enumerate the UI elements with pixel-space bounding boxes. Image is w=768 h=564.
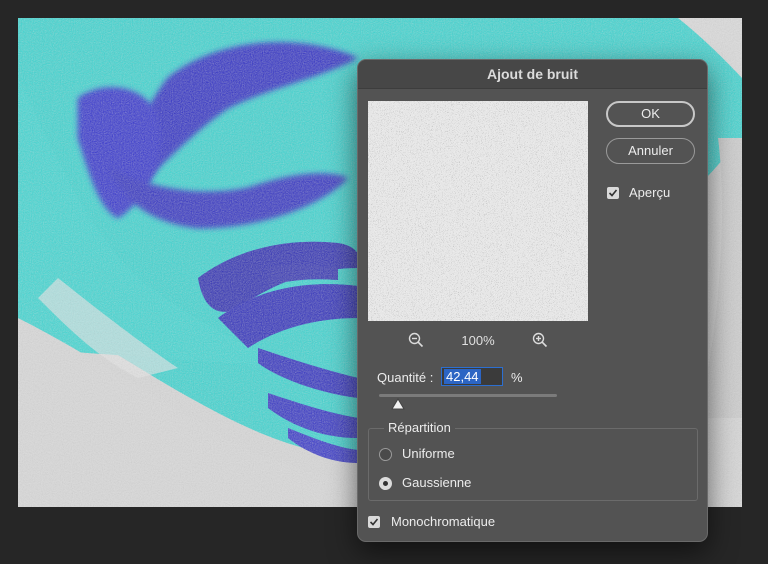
amount-slider-track[interactable] — [379, 394, 557, 397]
zoom-in-icon[interactable] — [532, 332, 548, 348]
monochromatic-checkbox[interactable] — [368, 516, 380, 528]
zoom-level: 100% — [461, 333, 495, 348]
ok-button[interactable]: OK — [606, 101, 695, 127]
amount-unit: % — [511, 370, 523, 385]
monochromatic-label[interactable]: Monochromatique — [391, 514, 495, 529]
radio-uniform[interactable] — [379, 448, 392, 461]
cancel-button[interactable]: Annuler — [606, 138, 695, 164]
preview-checkbox[interactable] — [607, 187, 619, 199]
preview-checkbox-label[interactable]: Aperçu — [629, 185, 670, 200]
distribution-title: Répartition — [384, 420, 455, 435]
distribution-group — [368, 428, 698, 501]
zoom-controls: 100% — [368, 330, 588, 352]
add-noise-dialog: Ajout de bruit 100% OK Annuler Aperçu Qu… — [357, 59, 708, 542]
amount-value: 42,44 — [444, 369, 481, 384]
amount-label: Quantité : — [377, 370, 434, 385]
amount-slider-thumb[interactable] — [390, 398, 405, 410]
checkmark-icon — [369, 518, 379, 526]
radio-uniform-label[interactable]: Uniforme — [402, 446, 455, 461]
noise-preview-image — [368, 101, 588, 321]
filter-preview[interactable] — [368, 101, 588, 321]
dialog-title: Ajout de bruit — [358, 60, 707, 89]
radio-gaussian[interactable] — [379, 477, 392, 490]
radio-gaussian-label[interactable]: Gaussienne — [402, 475, 471, 490]
amount-input[interactable]: 42,44 — [441, 367, 503, 386]
checkmark-icon — [608, 189, 618, 197]
